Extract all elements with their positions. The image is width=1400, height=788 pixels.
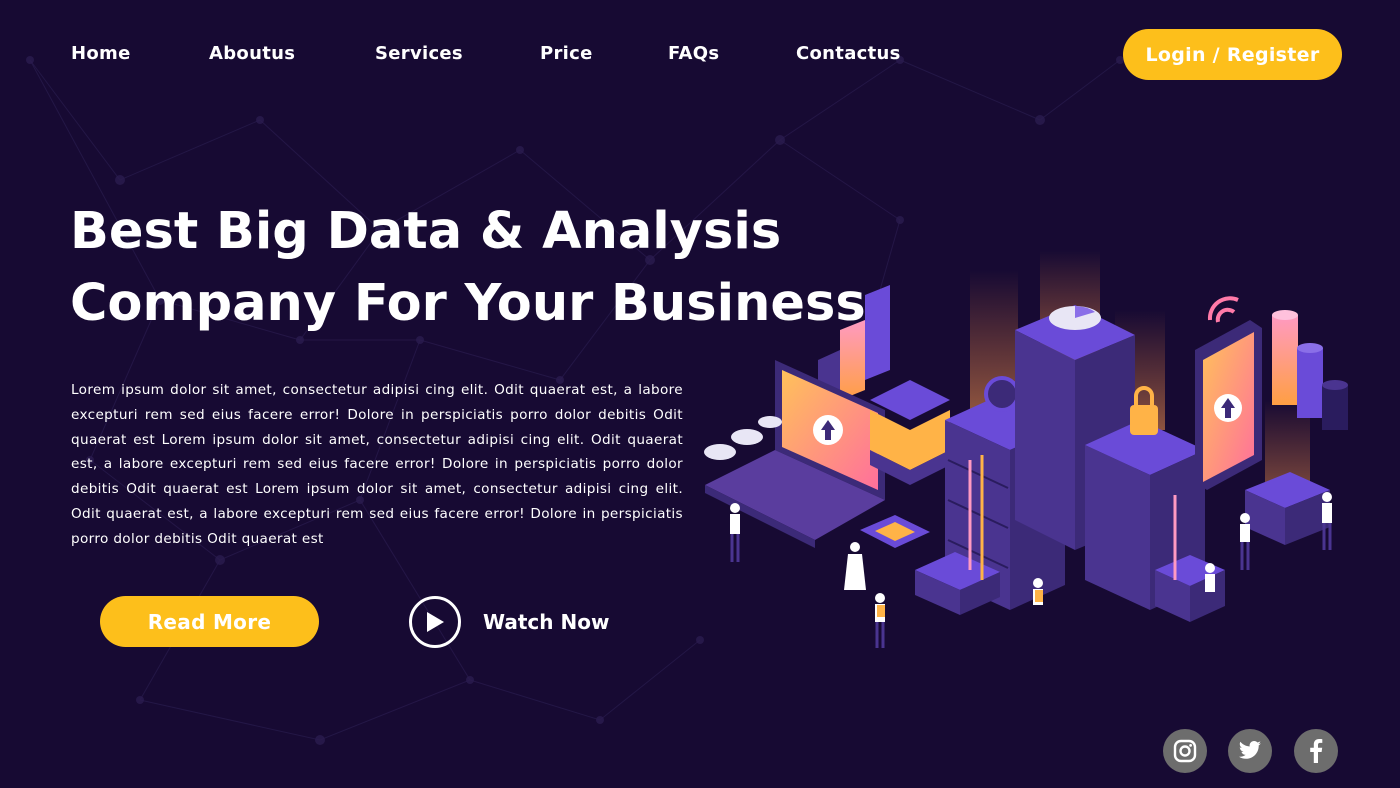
- instagram-icon[interactable]: [1163, 729, 1207, 773]
- nav-link-home[interactable]: Home: [71, 43, 131, 64]
- watch-now-button[interactable]: Watch Now: [409, 596, 629, 648]
- read-more-button[interactable]: Read More: [100, 596, 319, 647]
- nav-link-price[interactable]: Price: [540, 43, 593, 64]
- top-navigation: Home Aboutus Services Price FAQs Contact…: [0, 0, 1400, 110]
- nav-link-contactus[interactable]: Contactus: [796, 43, 901, 64]
- nav-link-services[interactable]: Services: [375, 43, 463, 64]
- hero-description: Lorem ipsum dolor sit amet, consectetur …: [71, 382, 683, 547]
- play-icon: [409, 596, 461, 648]
- big-data-illustration: [704, 250, 1348, 648]
- twitter-icon[interactable]: [1228, 729, 1272, 773]
- login-register-button[interactable]: Login / Register: [1123, 29, 1342, 80]
- nav-link-faqs[interactable]: FAQs: [668, 43, 719, 64]
- facebook-icon[interactable]: [1294, 729, 1338, 773]
- watch-now-label: Watch Now: [483, 610, 610, 634]
- nav-link-aboutus[interactable]: Aboutus: [209, 43, 295, 64]
